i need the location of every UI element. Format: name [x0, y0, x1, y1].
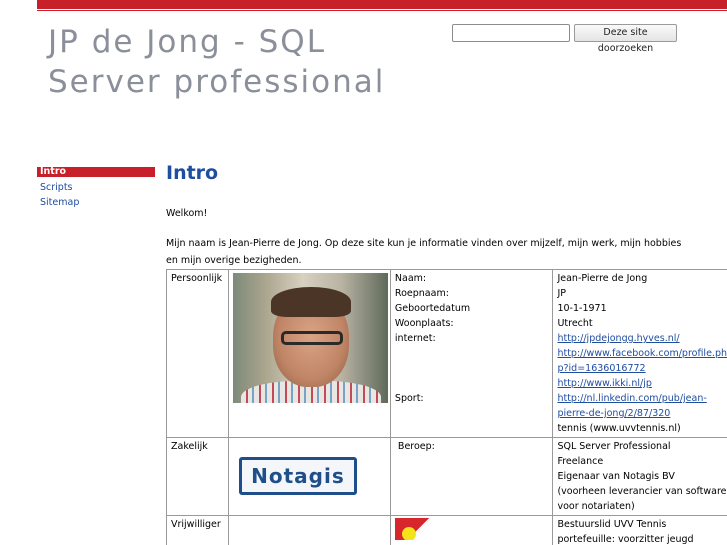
label-woonplaats: Woonplaats:	[394, 318, 454, 329]
business-line: Eigenaar van Notagis BV	[557, 471, 675, 482]
intro-text: Mijn naam is Jean-Pierre de Jong. Op dez…	[166, 238, 682, 266]
business-values-cell: SQL Server Professional Freelance Eigena…	[552, 437, 727, 516]
top-accent-line	[37, 10, 727, 11]
tennis-ball-icon	[401, 527, 416, 540]
label-internet: internet:	[394, 333, 436, 344]
label-roepnaam: Roepnaam:	[394, 288, 449, 299]
sidebar-item-intro[interactable]: Intro	[37, 167, 155, 177]
search-input[interactable]	[452, 24, 570, 42]
company-logo-cell: Notagis	[227, 437, 391, 516]
notagis-logo-text: Notagis	[251, 463, 345, 488]
profile-photo	[232, 273, 388, 403]
business-label-cell: Beroep:	[389, 437, 554, 516]
link-hyves[interactable]: http://jpdejongg.hyves.nl/	[557, 331, 727, 346]
table-row: Vrijwilliger Bestuurslid UVV Tennis port…	[166, 515, 727, 545]
value-woonplaats: Utrecht	[557, 318, 593, 329]
welcome-text: Welkom!	[166, 208, 208, 219]
label-geboortedatum: Geboortedatum	[394, 303, 471, 314]
tennis-club-logo	[394, 518, 435, 540]
page-title: Intro	[166, 162, 219, 184]
link-facebook[interactable]: http://www.facebook.com/profile.php?id=1…	[557, 346, 727, 376]
main-content: Welkom! Mijn naam is Jean-Pierre de Jong…	[166, 205, 727, 545]
personal-labels-cell: Naam: Roepnaam: Geboortedatum Woonplaats…	[389, 269, 554, 438]
table-row: Persoonlijk Naam: Roepnaam: Geboortedatu…	[166, 269, 727, 438]
link-linkedin[interactable]: http://nl.linkedin.com/pub/jean-pierre-d…	[557, 391, 727, 421]
value-geboortedatum: 10-1-1971	[557, 303, 607, 314]
label-naam: Naam:	[394, 273, 427, 284]
business-line: (voorheen leverancier van software voor …	[557, 486, 727, 512]
top-accent-bar	[37, 0, 727, 9]
link-ikki[interactable]: http://www.ikki.nl/jp	[557, 376, 727, 391]
volunteer-line: Bestuurslid UVV Tennis	[557, 519, 667, 530]
value-sport: tennis (www.uvvtennis.nl)	[557, 423, 681, 434]
info-table: Persoonlijk Naam: Roepnaam: Geboortedatu…	[166, 269, 727, 545]
search-button[interactable]: Deze site doorzoeken	[574, 24, 677, 54]
section-label-volunteer: Vrijwilliger	[166, 515, 229, 545]
label-sport: Sport:	[394, 393, 424, 404]
business-line: SQL Server Professional	[557, 441, 671, 452]
volunteer-empty-cell	[227, 515, 391, 545]
sidebar-nav: Intro Scripts Sitemap	[37, 167, 155, 210]
site-title: JP de Jong - SQL Server professional	[48, 24, 386, 100]
label-beroep: Beroep:	[397, 441, 435, 452]
volunteer-logo-cell	[389, 515, 554, 545]
sidebar-item-sitemap[interactable]: Sitemap	[37, 195, 155, 210]
section-label-business: Zakelijk	[166, 437, 229, 516]
table-row: Zakelijk Notagis Beroep: SQL Server Prof…	[166, 437, 727, 516]
business-line: Freelance	[557, 456, 604, 467]
notagis-logo: Notagis	[238, 457, 357, 495]
volunteer-values-cell: Bestuurslid UVV Tennis portefeuille: voo…	[552, 515, 727, 545]
volunteer-line: portefeuille: voorzitter jeugd	[557, 534, 694, 545]
section-label-personal: Persoonlijk	[166, 269, 229, 438]
value-naam: Jean-Pierre de Jong	[557, 273, 648, 284]
value-roepnaam: JP	[557, 288, 566, 299]
personal-values-cell: Jean-Pierre de Jong JP 10-1-1971 Utrecht…	[552, 269, 727, 438]
profile-photo-cell	[227, 269, 391, 438]
sidebar-item-scripts[interactable]: Scripts	[37, 180, 155, 195]
